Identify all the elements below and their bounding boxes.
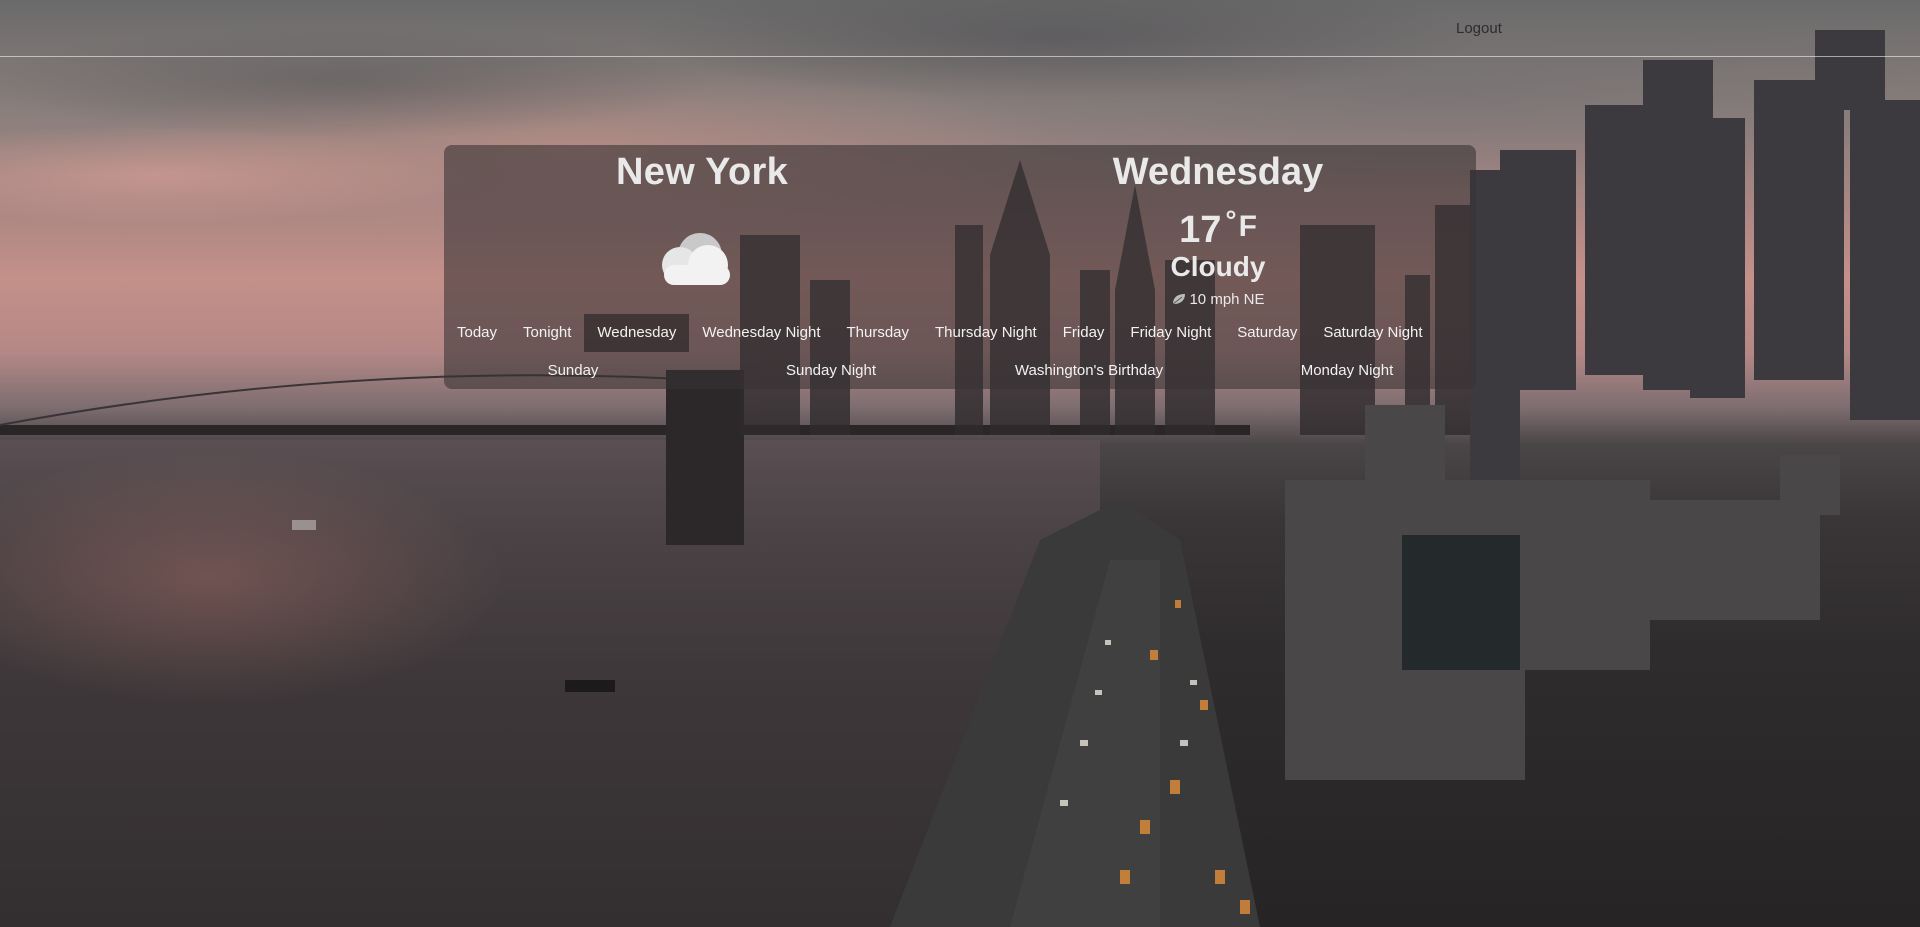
tab-friday-night[interactable]: Friday Night (1117, 314, 1224, 352)
city-name: New York (615, 151, 789, 193)
tab-tonight[interactable]: Tonight (510, 314, 584, 352)
tab-saturday-night[interactable]: Saturday Night (1310, 314, 1435, 352)
foreground-buildings (1285, 405, 1840, 780)
tab-wednesday[interactable]: Wednesday (584, 314, 690, 352)
boat (292, 520, 316, 530)
tab-sunday[interactable]: Sunday (444, 352, 702, 390)
tab-monday-night[interactable]: Monday Night (1218, 352, 1476, 390)
top-navbar: Logout (0, 0, 1920, 57)
temperature-value: 17 (1179, 209, 1222, 251)
tab-washington-s-birthday[interactable]: Washington's Birthday (960, 352, 1218, 390)
degree-symbol: ° (1225, 205, 1237, 236)
city-skyline (0, 30, 1920, 927)
bridge-deck (0, 425, 1250, 435)
cloud-icon (662, 233, 730, 285)
tab-today[interactable]: Today (444, 314, 510, 352)
tab-friday[interactable]: Friday (1050, 314, 1118, 352)
forecast-tabs-row-2: Sunday Sunday Night Washington's Birthday M… (444, 352, 1476, 389)
temperature-display: 17 °F (960, 205, 1476, 252)
tab-thursday[interactable]: Thursday (833, 314, 922, 352)
tab-sunday-night[interactable]: Sunday Night (702, 352, 960, 390)
forecast-tabs-row-1: Today Tonight Wednesday Wednesday Night Thur… (444, 314, 1476, 352)
right-towers (1470, 30, 1920, 500)
leaf-icon (1173, 294, 1186, 305)
tab-thursday-night[interactable]: Thursday Night (922, 314, 1050, 352)
tab-wednesday-night[interactable]: Wednesday Night (689, 314, 833, 352)
wind-speed: 10 mph NE (1189, 291, 1265, 308)
background-photo (0, 0, 1920, 927)
bridge-tower (666, 370, 744, 545)
logout-link[interactable]: Logout (1456, 20, 1502, 37)
selected-day-title: Wednesday (1112, 151, 1324, 193)
billboard (1402, 535, 1520, 670)
weather-condition: Cloudy (1170, 251, 1266, 282)
wind-info: 10 mph NE (960, 291, 1476, 308)
tab-saturday[interactable]: Saturday (1224, 314, 1310, 352)
temperature-unit: F (1238, 210, 1257, 243)
boat (565, 680, 615, 692)
weather-card: New York Wednesday 17 °F Cloudy 10 mph NE… (444, 145, 1476, 389)
